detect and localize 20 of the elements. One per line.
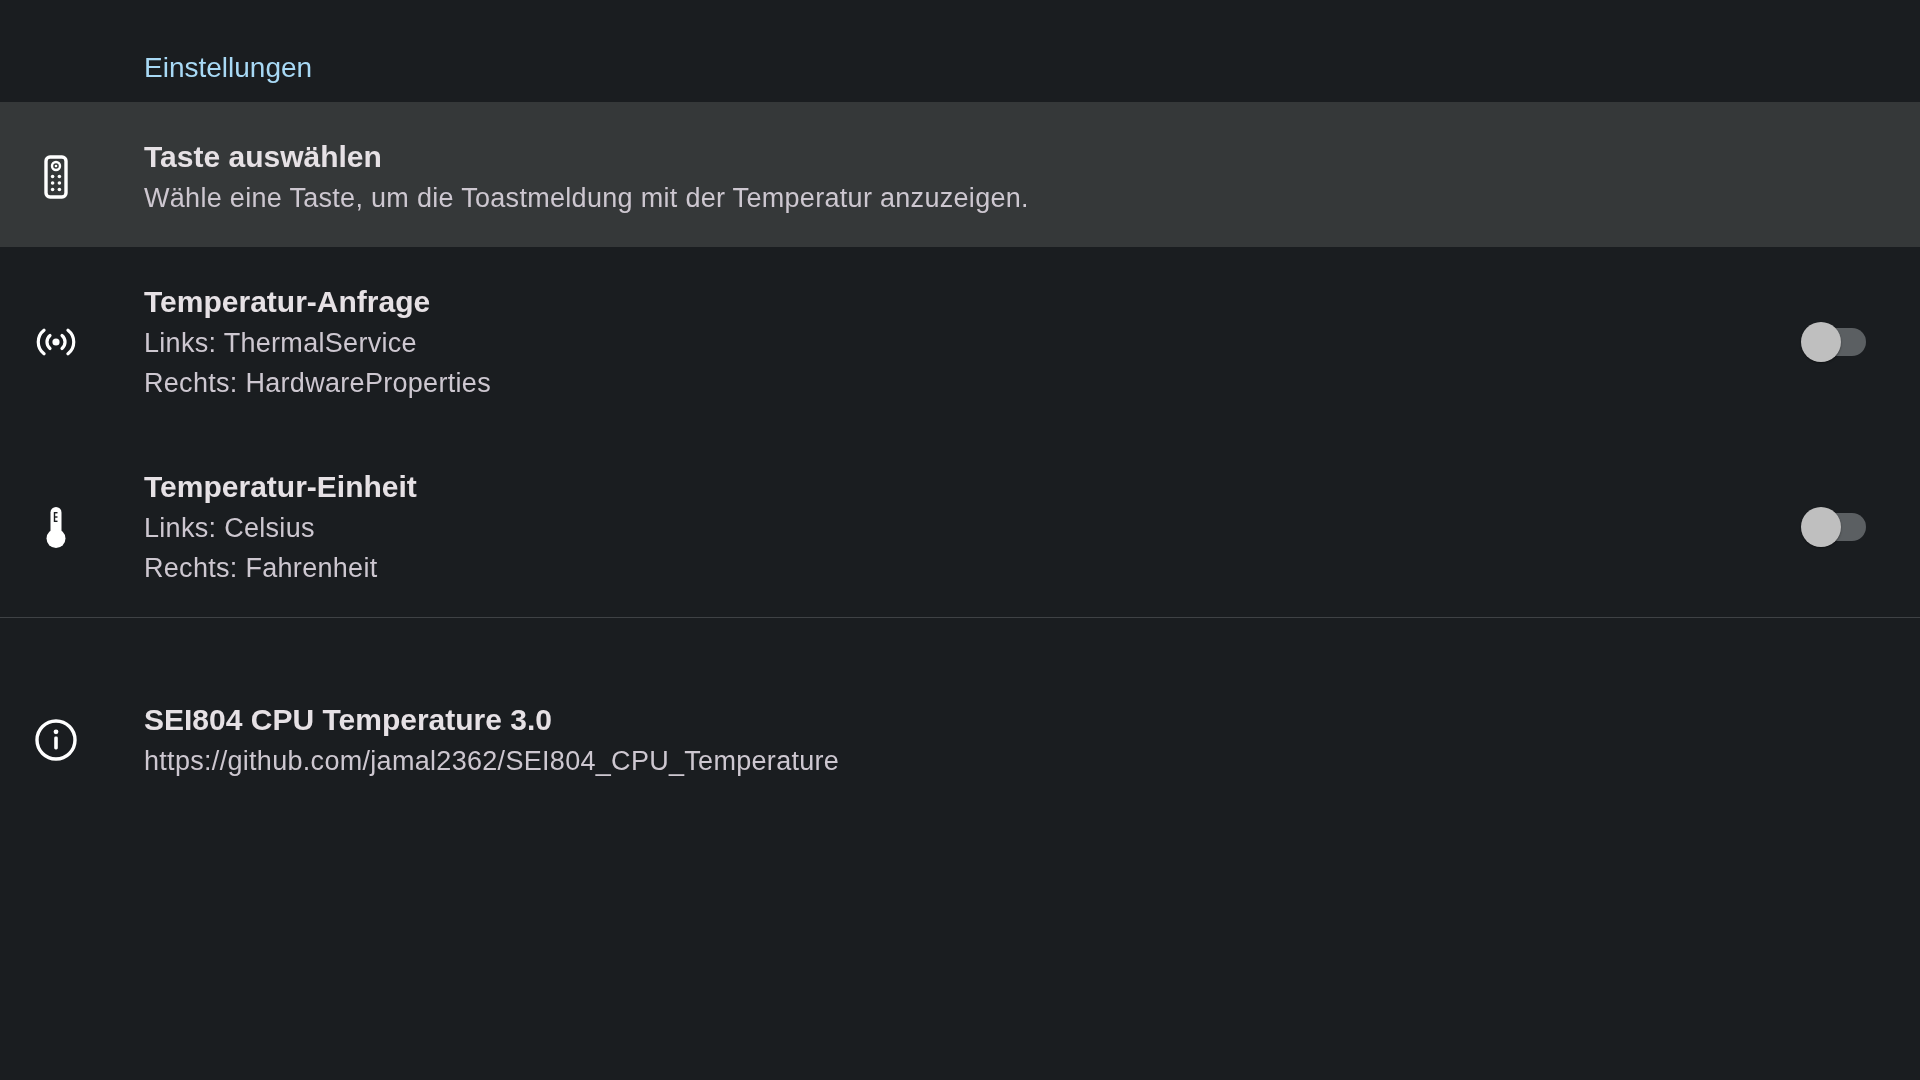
toggle-switch[interactable] — [1801, 507, 1866, 547]
repository-url: https://github.com/jamal2362/SEI804_CPU_Temperature — [144, 745, 840, 778]
section-header: Einstellungen — [144, 51, 313, 85]
settings-item[interactable]: Temperatur-Einheit Links: Celsius Rechts: Fahrenheit — [0, 432, 1920, 617]
toggle-switch[interactable] — [1801, 322, 1866, 362]
remote-control-icon — [44, 155, 68, 199]
settings-item[interactable]: Temperatur-Anfrage Links: ThermalService Rechts: HardwareProperties — [0, 247, 1920, 432]
thermometer-icon — [45, 506, 67, 548]
info-icon — [35, 719, 77, 761]
item-title: Temperatur-Anfrage — [144, 284, 431, 320]
item-description: Rechts: Fahrenheit — [144, 552, 378, 585]
settings-item[interactable]: Taste auswählen Wähle eine Taste, um die Toastmeldung mit der Temperatur anzuzeigen. — [0, 102, 1920, 247]
item-description: Rechts: HardwareProperties — [144, 367, 491, 400]
item-description: Wähle eine Taste, um die Toastmeldung mit der Temperatur anzuzeigen. — [144, 182, 1029, 215]
item-title: Temperatur-Einheit — [144, 469, 417, 505]
item-description: Links: Celsius — [144, 512, 315, 545]
broadcast-icon — [35, 328, 77, 356]
item-title: Taste auswählen — [144, 139, 382, 175]
app-version-title: SEI804 CPU Temperature 3.0 — [144, 702, 552, 738]
item-description: Links: ThermalService — [144, 327, 417, 360]
